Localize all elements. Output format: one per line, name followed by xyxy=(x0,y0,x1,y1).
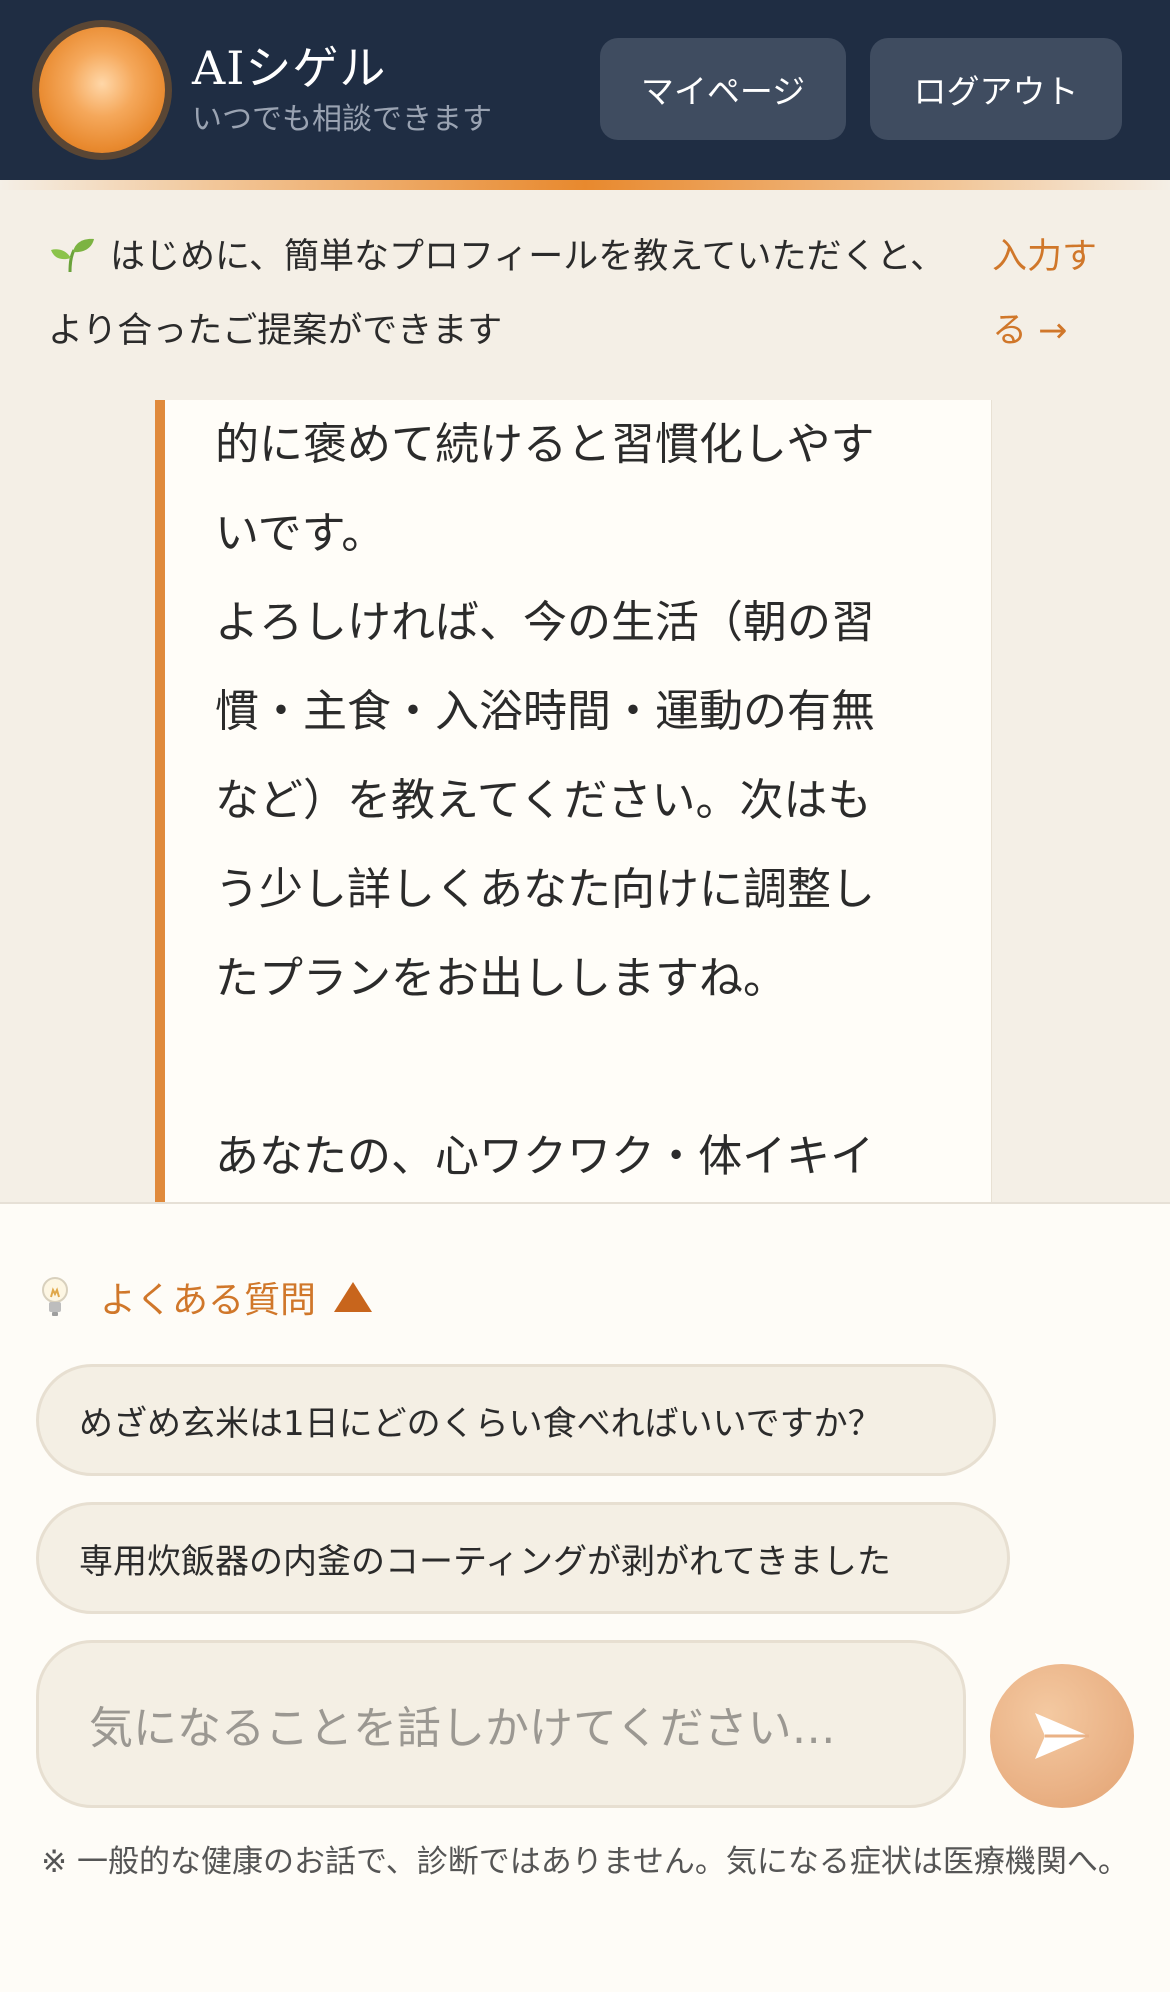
mypage-button[interactable]: マイページ xyxy=(600,38,846,140)
app-title: AIシゲル xyxy=(192,41,387,95)
app-header: AIシゲル いつでも相談できます マイページ ログアウト xyxy=(0,0,1170,180)
faq-toggle[interactable]: よくある質問 xyxy=(38,1271,373,1323)
send-icon xyxy=(1035,1713,1089,1759)
message-line: あなたの、心ワクワク・体イキイ xyxy=(215,1131,875,1182)
faq-chip[interactable]: 専用炊飯器の内釜のコーティングが剥がれてきました xyxy=(36,1502,1010,1614)
profile-input-link-line2[interactable]: る → xyxy=(992,294,1122,368)
chat-scroll-area[interactable]: 的に褒めて続けると習慣化しやす いです。 よろしければ、今の生活（朝の習 慣・主… xyxy=(0,400,1170,1202)
faq-heading[interactable]: よくある質問 xyxy=(100,1271,316,1323)
assistant-message-text: 的に褒めて続けると習慣化しやす いです。 よろしければ、今の生活（朝の習 慣・主… xyxy=(215,400,955,1201)
message-line: う少し詳しくあなた向けに調整し xyxy=(215,864,875,915)
message-line: 的に褒めて続けると習慣化しやす xyxy=(215,419,875,470)
profile-banner: はじめに、簡単なプロフィールを教えていただくと、より合ったご提案ができます 入力… xyxy=(0,190,1170,400)
disclaimer-text: ※ 一般的な健康のお話で、診断ではありません。気になる症状は医療機関へ。 xyxy=(41,1844,1129,1880)
avatar xyxy=(39,27,165,153)
profile-input-link[interactable]: 入力す る → xyxy=(992,220,1122,368)
collapse-triangle-icon[interactable] xyxy=(334,1282,373,1312)
message-line: 慣・主食・入浴時間・運動の有無 xyxy=(215,686,875,737)
send-button[interactable] xyxy=(990,1664,1134,1808)
message-line: いです。 xyxy=(215,508,386,559)
sprout-icon xyxy=(51,238,94,273)
profile-input-link-line1[interactable]: 入力す xyxy=(992,220,1122,294)
header-accent-line xyxy=(0,180,1170,190)
logout-button[interactable]: ログアウト xyxy=(870,38,1122,140)
message-input[interactable]: 気になることを話しかけてください… xyxy=(36,1640,966,1808)
faq-chip[interactable]: めざめ玄米は1日にどのくらい食べればいいですか？ xyxy=(36,1364,996,1476)
message-line: たプランをお出ししますね。 xyxy=(215,953,787,1004)
profile-banner-text-wrap: はじめに、簡単なプロフィールを教えていただくと、より合ったご提案ができます xyxy=(48,220,968,368)
composer-panel: よくある質問 めざめ玄米は1日にどのくらい食べればいいですか？ 専用炊飯器の内釜… xyxy=(0,1202,1170,1992)
profile-banner-text: はじめに、簡単なプロフィールを教えていただくと、より合ったご提案ができます xyxy=(48,237,946,351)
brand: AIシゲル いつでも相談できます xyxy=(192,38,492,140)
app-subtitle: いつでも相談できます xyxy=(192,102,492,137)
message-line: など）を教えてください。次はも xyxy=(215,775,872,826)
message-line: よろしければ、今の生活（朝の習 xyxy=(215,597,875,648)
lightbulb-icon xyxy=(42,1277,68,1316)
assistant-message: 的に褒めて続けると習慣化しやす いです。 よろしければ、今の生活（朝の習 慣・主… xyxy=(155,400,991,1202)
